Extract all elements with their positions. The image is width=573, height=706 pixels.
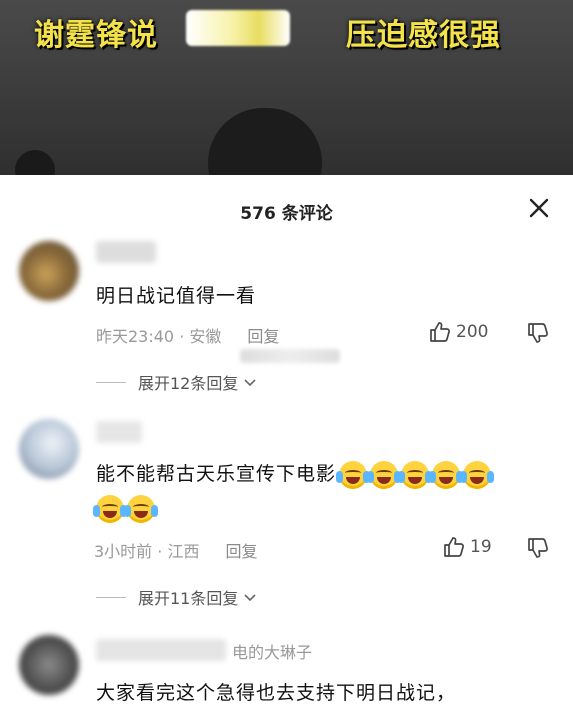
avatar[interactable] <box>19 635 79 695</box>
expand-replies-button[interactable]: 展开12条回复 <box>96 370 258 394</box>
comment-item: 电的大琳子 大家看完这个急得也去支持下明日战记， <box>0 627 573 706</box>
comment-text-line: 能不能帮古天乐宣传下电影 <box>96 459 495 489</box>
divider-line <box>96 596 126 598</box>
comments-count-title: 576 条评论 <box>240 204 333 224</box>
username-visible-part[interactable]: 电的大琳子 <box>232 639 312 663</box>
laughing-crying-emoji-icon <box>460 460 495 489</box>
laughing-crying-emoji-icon <box>124 495 158 523</box>
comment-text: 能不能帮古天乐宣传下电影 <box>96 463 337 485</box>
username-blurred[interactable] <box>96 241 156 263</box>
comment-item: 明日战记值得一看 昨天23:40 · 安徽 回复 200 展开12条回复 <box>0 233 573 403</box>
comment-meta: 3小时前 · 江西 回复 <box>94 538 257 562</box>
comments-sheet: 576 条评论 明日战记值得一看 昨天23:40 · 安徽 回复 200 展开12… <box>0 175 573 706</box>
video-frame: 谢霆锋说 压迫感很强 <box>0 0 573 175</box>
expand-replies-button[interactable]: 展开11条回复 <box>96 585 258 609</box>
username-blurred[interactable] <box>96 421 142 443</box>
laughing-crying-emoji-icon <box>398 460 433 489</box>
comment-meta: 昨天23:40 · 安徽 回复 <box>96 323 279 347</box>
comment-text: 明日战记值得一看 <box>96 285 257 307</box>
chevron-down-icon <box>244 379 256 387</box>
laughing-crying-emoji-icon <box>367 460 402 489</box>
comment-time-location: 3小时前 · 江西 <box>94 542 200 561</box>
close-icon[interactable] <box>528 197 550 219</box>
expand-replies-label: 展开12条回复 <box>138 374 239 393</box>
thumbs-up-icon <box>430 322 450 342</box>
like-count: 19 <box>470 537 492 557</box>
laughing-crying-emoji-icon <box>336 460 371 489</box>
reply-button[interactable]: 回复 <box>247 327 279 346</box>
comment-item: 能不能帮古天乐宣传下电影 3小时前 · 江西 回复 19 展开11条回复 <box>0 415 573 615</box>
like-count: 200 <box>456 322 489 342</box>
comment-text-line-2 <box>93 495 158 523</box>
blurred-caption <box>186 10 290 46</box>
person-silhouette <box>208 108 322 175</box>
chevron-down-icon <box>244 594 256 602</box>
comments-header: 576 条评论 <box>0 175 573 239</box>
blurred-smudge <box>240 349 340 363</box>
divider-line <box>96 381 126 383</box>
comment-text: 大家看完这个急得也去支持下明日战记， <box>96 682 457 704</box>
comment-time-location: 昨天23:40 · 安徽 <box>96 327 222 346</box>
video-caption-left: 谢霆锋说 <box>34 18 158 53</box>
like-button[interactable]: 200 <box>428 320 488 344</box>
avatar[interactable] <box>19 241 79 301</box>
reply-button[interactable]: 回复 <box>225 542 257 561</box>
thumbs-down-icon[interactable] <box>526 536 550 564</box>
like-button[interactable]: 19 <box>442 535 492 559</box>
laughing-crying-emoji-icon <box>93 495 127 523</box>
laughing-crying-emoji-icon <box>429 460 464 489</box>
thumbs-down-icon[interactable] <box>526 321 550 349</box>
username-blurred[interactable] <box>96 639 226 661</box>
video-caption-right: 压迫感很强 <box>346 18 501 53</box>
expand-replies-label: 展开11条回复 <box>138 589 239 608</box>
avatar[interactable] <box>19 419 79 479</box>
background-figure <box>15 150 55 175</box>
thumbs-up-icon <box>444 537 464 557</box>
